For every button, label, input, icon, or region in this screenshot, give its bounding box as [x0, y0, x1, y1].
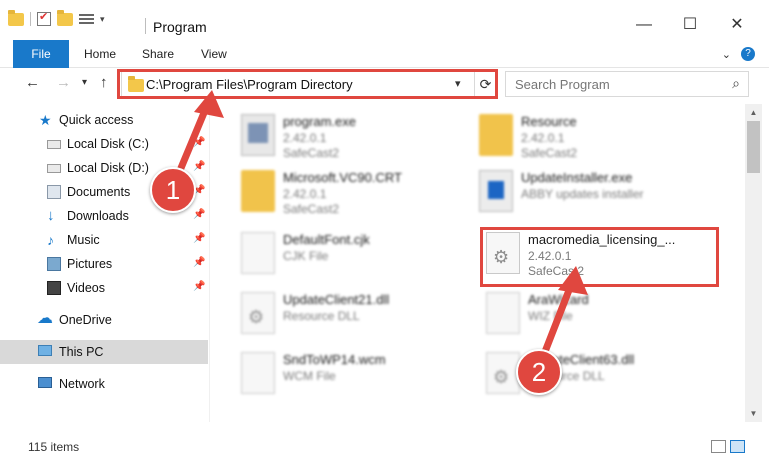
step-2-badge: 2 [516, 349, 562, 395]
arrow-step-2 [537, 266, 588, 366]
step-1-badge: 1 [150, 167, 196, 213]
arrow-step-1 [172, 90, 224, 184]
annotation-arrows [172, 90, 588, 366]
